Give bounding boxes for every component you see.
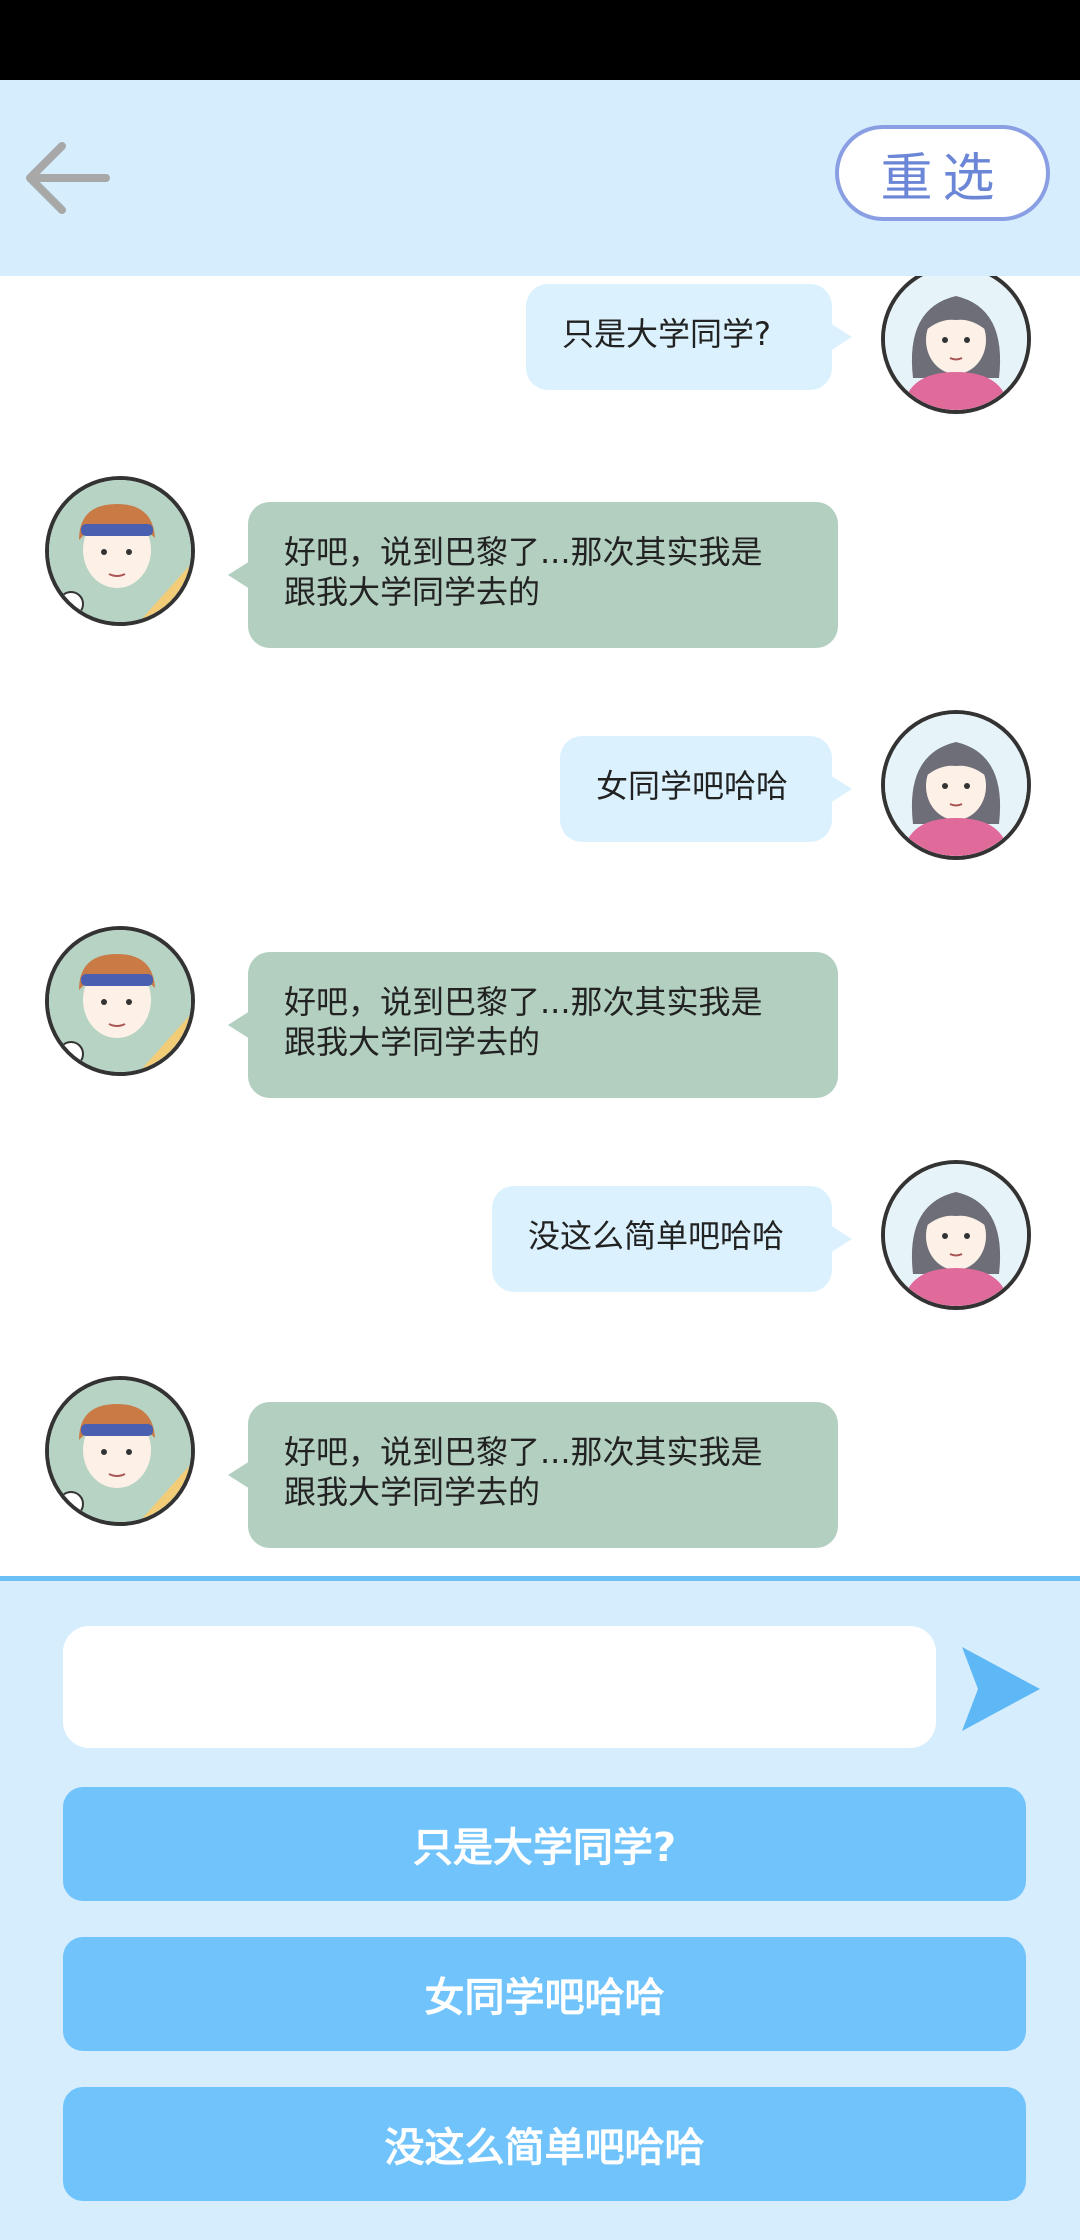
avatar-girl — [881, 710, 1031, 860]
avatar-girl — [881, 1160, 1031, 1310]
header: 重选 — [0, 80, 1080, 276]
avatar-boy — [45, 926, 195, 1076]
boy-avatar-icon — [49, 1380, 191, 1522]
avatar-boy — [45, 1376, 195, 1526]
message-text: 好吧，说到巴黎了...那次其实我是 跟我大学同学去的 — [284, 983, 763, 1061]
message-text: 女同学吧哈哈 — [596, 767, 789, 805]
message-bubble-me: 女同学吧哈哈 — [560, 736, 852, 842]
message-bubble-me: 只是大学同学? — [526, 284, 852, 390]
chat-area: 只是大学同学? 好吧，说到巴黎了...那次其实我是 跟我大学同学去的 女同学吧哈… — [0, 276, 1080, 1576]
boy-avatar-icon — [49, 930, 191, 1072]
message-bubble-them: 好吧，说到巴黎了...那次其实我是 跟我大学同学去的 — [228, 952, 838, 1098]
girl-avatar-icon — [885, 276, 1027, 410]
message-text: 只是大学同学? — [562, 315, 771, 353]
message-text: 没这么简单吧哈哈 — [528, 1217, 785, 1255]
send-button[interactable] — [960, 1641, 1042, 1737]
avatar-boy — [45, 476, 195, 626]
reply-option[interactable]: 女同学吧哈哈 — [63, 1937, 1026, 2051]
girl-avatar-icon — [885, 714, 1027, 856]
message-text: 好吧，说到巴黎了...那次其实我是 跟我大学同学去的 — [284, 533, 763, 611]
avatar-girl — [881, 276, 1031, 414]
boy-avatar-icon — [49, 480, 191, 622]
send-icon — [962, 1647, 1040, 1731]
reply-option[interactable]: 没这么简单吧哈哈 — [63, 2087, 1026, 2201]
status-bar — [0, 0, 1080, 80]
back-arrow-icon — [26, 142, 110, 214]
reply-panel: 只是大学同学? 女同学吧哈哈 没这么简单吧哈哈 — [0, 1576, 1080, 2240]
message-input[interactable] — [63, 1626, 936, 1748]
message-bubble-them: 好吧，说到巴黎了...那次其实我是 跟我大学同学去的 — [228, 1402, 838, 1548]
message-text: 好吧，说到巴黎了...那次其实我是 跟我大学同学去的 — [284, 1433, 763, 1511]
reselect-button[interactable]: 重选 — [835, 125, 1050, 221]
message-bubble-me: 没这么简单吧哈哈 — [492, 1186, 852, 1292]
message-bubble-them: 好吧，说到巴黎了...那次其实我是 跟我大学同学去的 — [228, 502, 838, 648]
back-button[interactable] — [18, 128, 118, 228]
reply-option[interactable]: 只是大学同学? — [63, 1787, 1026, 1901]
girl-avatar-icon — [885, 1164, 1027, 1306]
